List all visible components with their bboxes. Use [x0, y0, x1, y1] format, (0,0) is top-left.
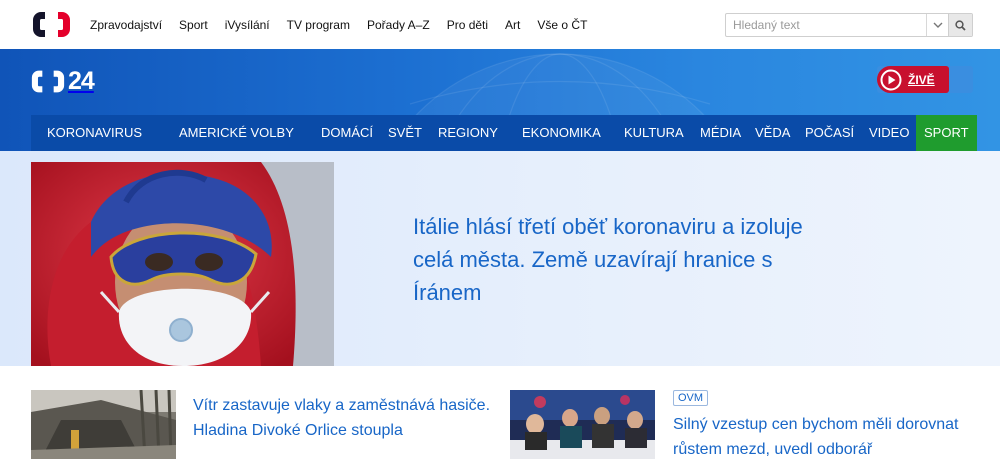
hero-title-link[interactable]: Itálie hlásí třetí oběť koronaviru a izo…	[413, 210, 813, 309]
top-nav: Zpravodajství Sport iVysílání TV program…	[90, 0, 604, 49]
top-nav-porady-a-z[interactable]: Pořady A–Z	[367, 18, 430, 32]
ct-logo-icon[interactable]	[32, 11, 71, 38]
main-nav-media[interactable]: MÉDIA	[700, 115, 741, 151]
hero-article: Itálie hlásí třetí oběť koronaviru a izo…	[0, 151, 1000, 366]
live-button[interactable]: ŽIVĚ	[877, 66, 949, 93]
hero-image-masked-person[interactable]	[31, 162, 334, 366]
search-button[interactable]	[948, 14, 972, 36]
main-nav-video[interactable]: VIDEO	[869, 115, 909, 151]
top-bar: Zpravodajství Sport iVysílání TV program…	[0, 0, 1000, 49]
article-2-image[interactable]	[510, 390, 655, 459]
ct24-logo[interactable]: 24	[31, 67, 95, 95]
main-nav-kultura[interactable]: KULTURA	[624, 115, 684, 151]
main-nav-sport[interactable]: SPORT	[916, 115, 977, 151]
article-2-title[interactable]: Silný vzestup cen bychom měli dorovnat r…	[673, 412, 993, 459]
main-nav-veda[interactable]: VĚDA	[755, 115, 790, 151]
search-input[interactable]	[726, 14, 926, 36]
top-nav-ivysilani[interactable]: iVysílání	[225, 18, 270, 32]
top-nav-sport[interactable]: Sport	[179, 18, 208, 32]
main-nav-americke-volby[interactable]: AMERICKÉ VOLBY	[179, 115, 294, 151]
article-1-image[interactable]	[31, 390, 176, 459]
article-2-badge: OVM	[673, 390, 709, 406]
main-nav-regiony[interactable]: REGIONY	[438, 115, 498, 151]
article-1-title[interactable]: Vítr zastavuje vlaky a zaměstnává hasiče…	[193, 393, 493, 443]
ct-logo-white-icon	[31, 70, 65, 93]
search-icon	[955, 19, 966, 31]
live-widget: ŽIVĚ	[877, 66, 973, 93]
top-nav-zpravodajstvi[interactable]: Zpravodajství	[90, 18, 162, 32]
main-nav: KORONAVIRUS AMERICKÉ VOLBY DOMÁCÍ SVĚT R…	[31, 115, 977, 151]
main-nav-svet[interactable]: SVĚT	[388, 115, 422, 151]
top-nav-tv-program[interactable]: TV program	[287, 18, 350, 32]
play-icon	[880, 69, 902, 91]
main-nav-ekonomika[interactable]: EKONOMIKA	[522, 115, 601, 151]
main-nav-koronavirus[interactable]: KORONAVIRUS	[47, 115, 142, 151]
main-nav-pocasi[interactable]: POČASÍ	[805, 115, 854, 151]
ct24-logo-text: 24	[68, 67, 95, 95]
search-box	[725, 13, 973, 37]
top-nav-art[interactable]: Art	[505, 18, 520, 32]
ct24-header: 24 ŽIVĚ KORONAVIRUS AMERICKÉ VOLBY DOMÁC…	[0, 49, 1000, 151]
search-dropdown-chevron-icon[interactable]	[926, 14, 948, 36]
top-nav-pro-deti[interactable]: Pro děti	[447, 18, 488, 32]
live-label: ŽIVĚ	[908, 72, 935, 87]
main-nav-domaci[interactable]: DOMÁCÍ	[321, 115, 373, 151]
top-nav-vse-o-ct[interactable]: Vše o ČT	[537, 18, 587, 32]
